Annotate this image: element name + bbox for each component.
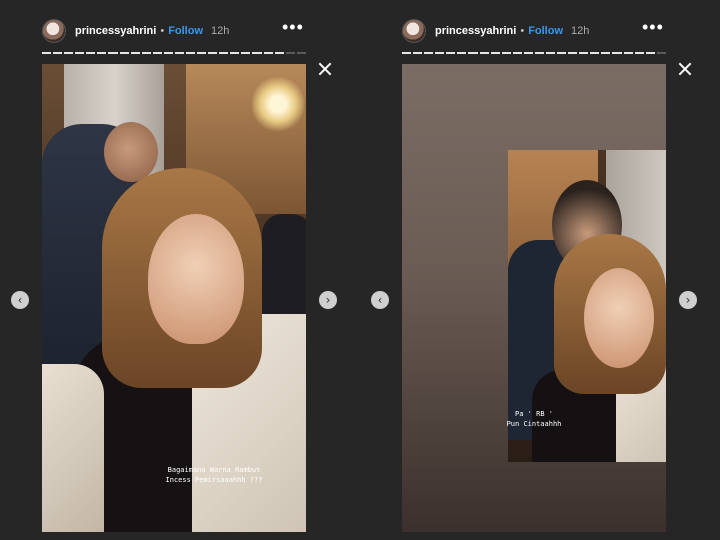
separator-dot: •: [160, 25, 165, 37]
chevron-left-icon[interactable]: ‹: [11, 291, 29, 309]
progress-segment: [42, 52, 52, 54]
progress-segment: [623, 52, 633, 54]
progress-segment: [579, 52, 589, 54]
progress-segment: [296, 52, 306, 54]
progress-segment: [75, 52, 85, 54]
progress-segment: [546, 52, 556, 54]
progress-segment: [241, 52, 251, 54]
progress-segment: [53, 52, 63, 54]
progress-segment: [479, 52, 489, 54]
progress-segment: [446, 52, 456, 54]
chandelier: [252, 74, 304, 134]
progress-segment: [490, 52, 500, 54]
progress-segment: [274, 52, 284, 54]
progress-segment: [424, 52, 434, 54]
progress-segment: [457, 52, 467, 54]
close-icon[interactable]: [318, 62, 332, 76]
caption-line: Pa ' RB ': [515, 410, 553, 418]
progress-segment: [219, 52, 229, 54]
jacket-sleeve: [42, 364, 104, 532]
progress-segment: [263, 52, 273, 54]
username-link[interactable]: princessyahrini: [435, 25, 516, 37]
woman-face: [584, 268, 654, 368]
progress-segment: [435, 52, 445, 54]
progress-segment: [468, 52, 478, 54]
more-horizontal-icon[interactable]: •••: [642, 18, 664, 36]
avatar[interactable]: [402, 19, 426, 43]
progress-segment: [174, 52, 185, 54]
story-progress-bar: [42, 52, 306, 54]
progress-segment: [130, 52, 140, 54]
username-link[interactable]: princessyahrini: [75, 25, 156, 37]
caption-line: Pun Cintaahhh: [506, 420, 562, 428]
progress-segment: [534, 52, 545, 54]
more-horizontal-icon[interactable]: •••: [282, 18, 304, 36]
progress-segment: [590, 52, 600, 54]
close-icon[interactable]: [678, 62, 692, 76]
progress-segment: [612, 52, 622, 54]
separator-dot: •: [520, 25, 525, 37]
chevron-right-icon[interactable]: ›: [319, 291, 337, 309]
story-panel-right: princessyahrini • Follow 12h ••• Pa ' RB…: [360, 0, 720, 540]
progress-segment: [252, 52, 262, 54]
progress-segment: [285, 52, 295, 54]
progress-segment: [634, 52, 644, 54]
follow-button[interactable]: Follow: [528, 25, 563, 37]
progress-segment: [568, 52, 578, 54]
woman-face: [148, 214, 244, 344]
progress-segment: [208, 52, 218, 54]
caption-line: Incess Pemirsaaahhh ???: [165, 476, 263, 484]
progress-segment: [413, 52, 423, 54]
story-caption: Bagaimana Warna Rambut Incess Pemirsaaahh…: [134, 465, 294, 485]
progress-segment: [197, 52, 207, 54]
progress-segment: [108, 52, 118, 54]
chevron-right-icon[interactable]: ›: [679, 291, 697, 309]
story-caption: Pa ' RB ' Pun Cintaahhh: [504, 409, 564, 429]
story-progress-bar: [402, 52, 666, 54]
progress-segment: [97, 52, 107, 54]
timestamp: 12h: [211, 25, 230, 37]
avatar[interactable]: [42, 19, 66, 43]
progress-segment: [523, 52, 533, 54]
man-head: [104, 122, 158, 182]
progress-segment: [163, 52, 173, 54]
progress-segment: [601, 52, 611, 54]
progress-segment: [119, 52, 129, 54]
progress-segment: [557, 52, 567, 54]
caption-line: Bagaimana Warna Rambut: [167, 466, 261, 474]
progress-segment: [402, 52, 412, 54]
timestamp: 12h: [571, 25, 590, 37]
story-image[interactable]: Pa ' RB ' Pun Cintaahhh: [402, 64, 666, 532]
progress-segment: [64, 52, 74, 54]
story-panel-left: princessyahrini • Follow 12h ••• Bagaima…: [0, 0, 360, 540]
story-header: princessyahrini • Follow 12h: [402, 14, 589, 48]
progress-segment: [186, 52, 196, 54]
chevron-left-icon[interactable]: ‹: [371, 291, 389, 309]
progress-segment: [141, 52, 151, 54]
story-header: princessyahrini • Follow 12h: [42, 14, 229, 48]
story-image[interactable]: Bagaimana Warna Rambut Incess Pemirsaaahh…: [42, 64, 306, 532]
progress-segment: [152, 52, 162, 54]
progress-segment: [501, 52, 511, 54]
progress-segment: [656, 52, 666, 54]
progress-segment: [230, 52, 240, 54]
progress-segment: [86, 52, 96, 54]
progress-segment: [512, 52, 522, 54]
follow-button[interactable]: Follow: [168, 25, 203, 37]
progress-segment: [645, 52, 655, 54]
